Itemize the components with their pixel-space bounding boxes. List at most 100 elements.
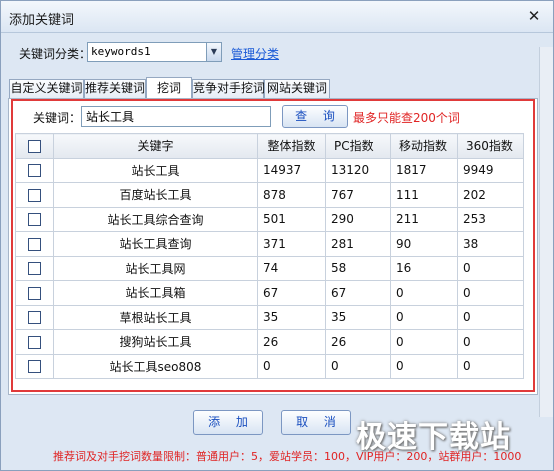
pc-index-cell: 767 <box>325 182 391 208</box>
tab-custom-keywords[interactable]: 自定义关键词 <box>9 79 84 98</box>
pc-index-cell: 290 <box>325 206 391 232</box>
tab-recommended-keywords[interactable]: 推荐关键词 <box>84 79 146 98</box>
keyword-cell: 站长工具查询 <box>53 231 258 257</box>
total-index-cell: 35 <box>257 304 326 330</box>
table-row[interactable]: 站长工具网 74 58 16 0 <box>15 255 524 281</box>
index-360-cell: 0 <box>457 255 524 281</box>
table-row[interactable]: 百度站长工具 878 767 111 202 <box>15 182 524 208</box>
tab-site-keywords[interactable]: 网站关键词 <box>264 79 330 98</box>
cancel-button[interactable]: 取 消 <box>281 410 351 435</box>
pc-index-cell: 35 <box>325 304 391 330</box>
index-360-cell: 0 <box>457 329 524 355</box>
column-header-mobile-index[interactable]: 移动指数 <box>390 133 458 159</box>
keyword-label: 关键词： <box>33 111 82 125</box>
row-checkbox[interactable] <box>28 286 41 300</box>
column-header-total-index[interactable]: 整体指数 <box>257 133 326 159</box>
row-checkbox-cell <box>15 280 54 306</box>
index-360-cell: 0 <box>457 304 524 330</box>
keyword-cell: 百度站长工具 <box>53 182 258 208</box>
column-header-pc-index[interactable]: PC指数 <box>325 133 391 159</box>
query-button[interactable]: 查 询 <box>282 105 348 128</box>
select-all-cell <box>15 133 54 159</box>
row-checkbox-cell <box>15 353 54 379</box>
row-checkbox[interactable] <box>28 360 41 374</box>
mobile-index-cell: 0 <box>390 280 458 306</box>
keyword-cell: 站长工具箱 <box>53 280 258 306</box>
table-row[interactable]: 站长工具查询 371 281 90 38 <box>15 231 524 257</box>
pc-index-cell: 67 <box>325 280 391 306</box>
pc-index-cell: 281 <box>325 231 391 257</box>
total-index-cell: 0 <box>257 353 326 379</box>
keyword-results-table: 关键字 整体指数 PC指数 移动指数 360指数 站长工具 14937 13120 1… <box>15 133 524 379</box>
keyword-cell: 站长工具综合查询 <box>53 206 258 232</box>
total-index-cell: 501 <box>257 206 326 232</box>
row-checkbox-cell <box>15 182 54 208</box>
close-icon[interactable]: ✕ <box>526 8 542 24</box>
mobile-index-cell: 0 <box>390 329 458 355</box>
tab-competitor-dig[interactable]: 竞争对手挖词 <box>192 79 265 98</box>
mobile-index-cell: 211 <box>390 206 458 232</box>
total-index-cell: 371 <box>257 231 326 257</box>
chevron-down-icon[interactable]: ▼ <box>206 43 221 61</box>
total-index-cell: 67 <box>257 280 326 306</box>
row-checkbox-cell <box>15 329 54 355</box>
background-window-edge <box>539 47 553 417</box>
index-360-cell: 253 <box>457 206 524 232</box>
row-checkbox[interactable] <box>28 311 41 325</box>
index-360-cell: 202 <box>457 182 524 208</box>
table-row[interactable]: 搜狗站长工具 26 26 0 0 <box>15 329 524 355</box>
table-row[interactable]: 草根站长工具 35 35 0 0 <box>15 304 524 330</box>
index-360-cell: 9949 <box>457 157 524 183</box>
keyword-input[interactable] <box>81 106 271 127</box>
table-row[interactable]: 站长工具seo808 0 0 0 0 <box>15 353 524 379</box>
mobile-index-cell: 111 <box>390 182 458 208</box>
row-checkbox-cell <box>15 304 54 330</box>
max-query-note: 最多只能查200个词 <box>353 111 460 125</box>
keyword-cell: 站长工具网 <box>53 255 258 281</box>
total-index-cell: 14937 <box>257 157 326 183</box>
column-header-keyword[interactable]: 关键字 <box>53 133 258 159</box>
total-index-cell: 878 <box>257 182 326 208</box>
watermark-text: 极速下载站 <box>356 420 511 455</box>
keyword-cell: 站长工具seo808 <box>53 353 258 379</box>
table-row[interactable]: 站长工具箱 67 67 0 0 <box>15 280 524 306</box>
total-index-cell: 74 <box>257 255 326 281</box>
row-checkbox-cell <box>15 157 54 183</box>
tab-dig-words[interactable]: 挖词 <box>146 77 192 99</box>
mobile-index-cell: 16 <box>390 255 458 281</box>
add-keyword-dialog: 添加关键词 ✕ 关键词分类： keywords1 ▼ 管理分类 自定义关键词 推… <box>0 0 554 471</box>
table-row[interactable]: 站长工具 14937 13120 1817 9949 <box>15 157 524 183</box>
category-select-value: keywords1 <box>91 45 151 58</box>
keyword-cell: 草根站长工具 <box>53 304 258 330</box>
index-360-cell: 0 <box>457 280 524 306</box>
row-checkbox[interactable] <box>28 213 41 227</box>
mobile-index-cell: 1817 <box>390 157 458 183</box>
row-checkbox[interactable] <box>28 188 41 202</box>
row-checkbox[interactable] <box>28 335 41 349</box>
mobile-index-cell: 0 <box>390 353 458 379</box>
dialog-titlebar[interactable]: 添加关键词 ✕ <box>1 1 553 33</box>
category-label: 关键词分类： <box>19 47 92 61</box>
category-select[interactable]: keywords1 ▼ <box>87 42 222 62</box>
keyword-cell: 站长工具 <box>53 157 258 183</box>
mobile-index-cell: 0 <box>390 304 458 330</box>
row-checkbox[interactable] <box>28 164 41 178</box>
pc-index-cell: 26 <box>325 329 391 355</box>
pc-index-cell: 58 <box>325 255 391 281</box>
select-all-checkbox[interactable] <box>28 139 41 153</box>
pc-index-cell: 0 <box>325 353 391 379</box>
row-checkbox[interactable] <box>28 262 41 276</box>
table-row[interactable]: 站长工具综合查询 501 290 211 253 <box>15 206 524 232</box>
table-header-row: 关键字 整体指数 PC指数 移动指数 360指数 <box>15 133 524 159</box>
pc-index-cell: 13120 <box>325 157 391 183</box>
add-button[interactable]: 添 加 <box>193 410 263 435</box>
keyword-cell: 搜狗站长工具 <box>53 329 258 355</box>
dialog-title: 添加关键词 <box>9 13 75 28</box>
column-header-360-index[interactable]: 360指数 <box>457 133 524 159</box>
manage-category-link[interactable]: 管理分类 <box>231 45 279 62</box>
row-checkbox[interactable] <box>28 237 41 251</box>
row-checkbox-cell <box>15 255 54 281</box>
row-checkbox-cell <box>15 231 54 257</box>
index-360-cell: 38 <box>457 231 524 257</box>
mobile-index-cell: 90 <box>390 231 458 257</box>
